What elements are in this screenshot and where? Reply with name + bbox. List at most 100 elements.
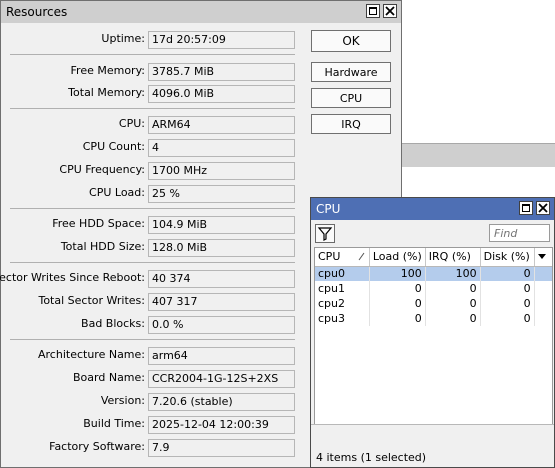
disk-cell: 0 xyxy=(480,266,535,281)
cpu-table: CPU Load (%) IRQ (%) Disk (%) cpu0 100 1… xyxy=(315,248,552,326)
filter-button[interactable] xyxy=(315,224,335,243)
factory-software-label: Factory Software: xyxy=(49,440,145,453)
column-header-load[interactable]: Load (%) xyxy=(369,248,426,267)
version-field[interactable]: 7.20.6 (stable) xyxy=(148,393,295,411)
column-header-disk[interactable]: Disk (%) xyxy=(480,248,535,267)
board-name-field[interactable]: CCR2004-1G-12S+2XS xyxy=(148,370,295,388)
separator xyxy=(10,208,295,209)
table-row[interactable]: cpu2 0 0 0 xyxy=(315,296,552,311)
board-name-label: Board Name: xyxy=(73,371,145,384)
total-hdd-field[interactable]: 128.0 MiB xyxy=(148,239,295,257)
cpu-window-title: CPU xyxy=(316,202,341,216)
cpu-table-area: CPU Load (%) IRQ (%) Disk (%) cpu0 100 1… xyxy=(314,247,553,425)
uptime-row: Uptime: xyxy=(1,31,145,49)
cpu-button[interactable]: CPU xyxy=(311,88,391,108)
resources-titlebar[interactable]: Resources xyxy=(1,1,401,23)
column-header-irq[interactable]: IRQ (%) xyxy=(425,248,481,267)
free-hdd-field[interactable]: 104.9 MiB xyxy=(148,216,295,234)
filter-icon xyxy=(317,227,333,241)
maximize-icon[interactable] xyxy=(366,4,380,18)
disk-cell: 0 xyxy=(480,311,535,326)
cpu-frequency-label: CPU Frequency: xyxy=(59,163,145,176)
free-memory-field[interactable]: 3785.7 MiB xyxy=(148,63,295,81)
background-window xyxy=(400,143,555,167)
separator xyxy=(10,108,295,109)
cpu-cell: cpu2 xyxy=(315,296,370,311)
empty-cell xyxy=(534,296,552,311)
maximize-icon[interactable] xyxy=(519,201,533,215)
cpu-frequency-row: CPU Frequency: xyxy=(1,162,145,180)
table-row[interactable]: cpu3 0 0 0 xyxy=(315,311,552,326)
build-time-label: Build Time: xyxy=(83,417,145,430)
load-cell: 0 xyxy=(369,281,426,296)
cpu-count-field[interactable]: 4 xyxy=(148,139,295,157)
hardware-button[interactable]: Hardware xyxy=(311,62,391,82)
disk-cell: 0 xyxy=(480,281,535,296)
irq-cell: 100 xyxy=(425,266,481,281)
status-bar: 4 items (1 selected) xyxy=(311,424,554,467)
factory-software-field[interactable]: 7.9 xyxy=(148,439,295,457)
sector-writes-reboot-row: Sector Writes Since Reboot: xyxy=(0,270,145,288)
version-label: Version: xyxy=(100,394,145,407)
uptime-field[interactable]: 17d 20:57:09 xyxy=(148,31,295,49)
cpu-cell: cpu3 xyxy=(315,311,370,326)
irq-cell: 0 xyxy=(425,281,481,296)
cpu-row: CPU: xyxy=(1,116,145,134)
cpu-field[interactable]: ARM64 xyxy=(148,116,295,134)
cpu-cell: cpu0 xyxy=(315,266,370,281)
cpu-titlebar[interactable]: CPU xyxy=(311,198,554,220)
total-sector-writes-label: Total Sector Writes: xyxy=(38,294,145,307)
sector-writes-reboot-field[interactable]: 40 374 xyxy=(148,270,295,288)
dropdown-arrow-icon xyxy=(537,254,546,260)
sector-writes-reboot-label: Sector Writes Since Reboot: xyxy=(0,271,145,284)
load-cell: 100 xyxy=(369,266,426,281)
cpu-label: CPU: xyxy=(118,117,145,130)
total-memory-label: Total Memory: xyxy=(68,86,145,99)
cpu-count-row: CPU Count: xyxy=(1,139,145,157)
cpu-count-label: CPU Count: xyxy=(82,140,145,153)
total-memory-row: Total Memory: xyxy=(1,85,145,103)
factory-software-row: Factory Software: xyxy=(1,439,145,457)
free-hdd-label: Free HDD Space: xyxy=(52,217,145,230)
status-text: 4 items (1 selected) xyxy=(316,451,427,464)
bad-blocks-row: Bad Blocks: xyxy=(1,316,145,334)
free-memory-row: Free Memory: xyxy=(1,63,145,81)
table-row[interactable]: cpu0 100 100 0 xyxy=(315,266,552,281)
total-hdd-row: Total HDD Size: xyxy=(1,239,145,257)
close-icon[interactable] xyxy=(536,201,550,215)
total-memory-field[interactable]: 4096.0 MiB xyxy=(148,85,295,103)
total-sector-writes-row: Total Sector Writes: xyxy=(1,293,145,311)
irq-button[interactable]: IRQ xyxy=(311,114,391,134)
bad-blocks-field[interactable]: 0.0 % xyxy=(148,316,295,334)
architecture-field[interactable]: arm64 xyxy=(148,347,295,365)
cpu-window: CPU CPU Load (%) IRQ (%) xyxy=(310,197,555,468)
empty-cell xyxy=(534,281,552,296)
total-sector-writes-field[interactable]: 407 317 xyxy=(148,293,295,311)
column-menu[interactable] xyxy=(534,248,552,267)
free-hdd-row: Free HDD Space: xyxy=(1,216,145,234)
find-input[interactable] xyxy=(489,224,550,242)
architecture-row: Architecture Name: xyxy=(1,347,145,365)
bad-blocks-label: Bad Blocks: xyxy=(81,317,145,330)
load-cell: 0 xyxy=(369,296,426,311)
version-row: Version: xyxy=(1,393,145,411)
free-memory-label: Free Memory: xyxy=(70,64,145,77)
cpu-frequency-field[interactable]: 1700 MHz xyxy=(148,162,295,180)
window-title: Resources xyxy=(6,5,68,19)
column-header-cpu[interactable]: CPU xyxy=(315,248,370,267)
sort-arrow-icon xyxy=(358,252,365,261)
separator xyxy=(10,54,295,55)
uptime-label: Uptime: xyxy=(101,32,145,45)
total-hdd-label: Total HDD Size: xyxy=(60,240,145,253)
cpu-cell: cpu1 xyxy=(315,281,370,296)
ok-button[interactable]: OK xyxy=(311,30,391,52)
cpu-load-field[interactable]: 25 % xyxy=(148,185,295,203)
table-row[interactable]: cpu1 0 0 0 xyxy=(315,281,552,296)
table-header-row: CPU Load (%) IRQ (%) Disk (%) xyxy=(315,248,552,267)
irq-cell: 0 xyxy=(425,311,481,326)
close-icon[interactable] xyxy=(383,4,397,18)
build-time-field[interactable]: 2025-12-04 12:00:39 xyxy=(148,416,295,434)
disk-cell: 0 xyxy=(480,296,535,311)
empty-cell xyxy=(534,266,552,281)
separator xyxy=(10,339,295,340)
